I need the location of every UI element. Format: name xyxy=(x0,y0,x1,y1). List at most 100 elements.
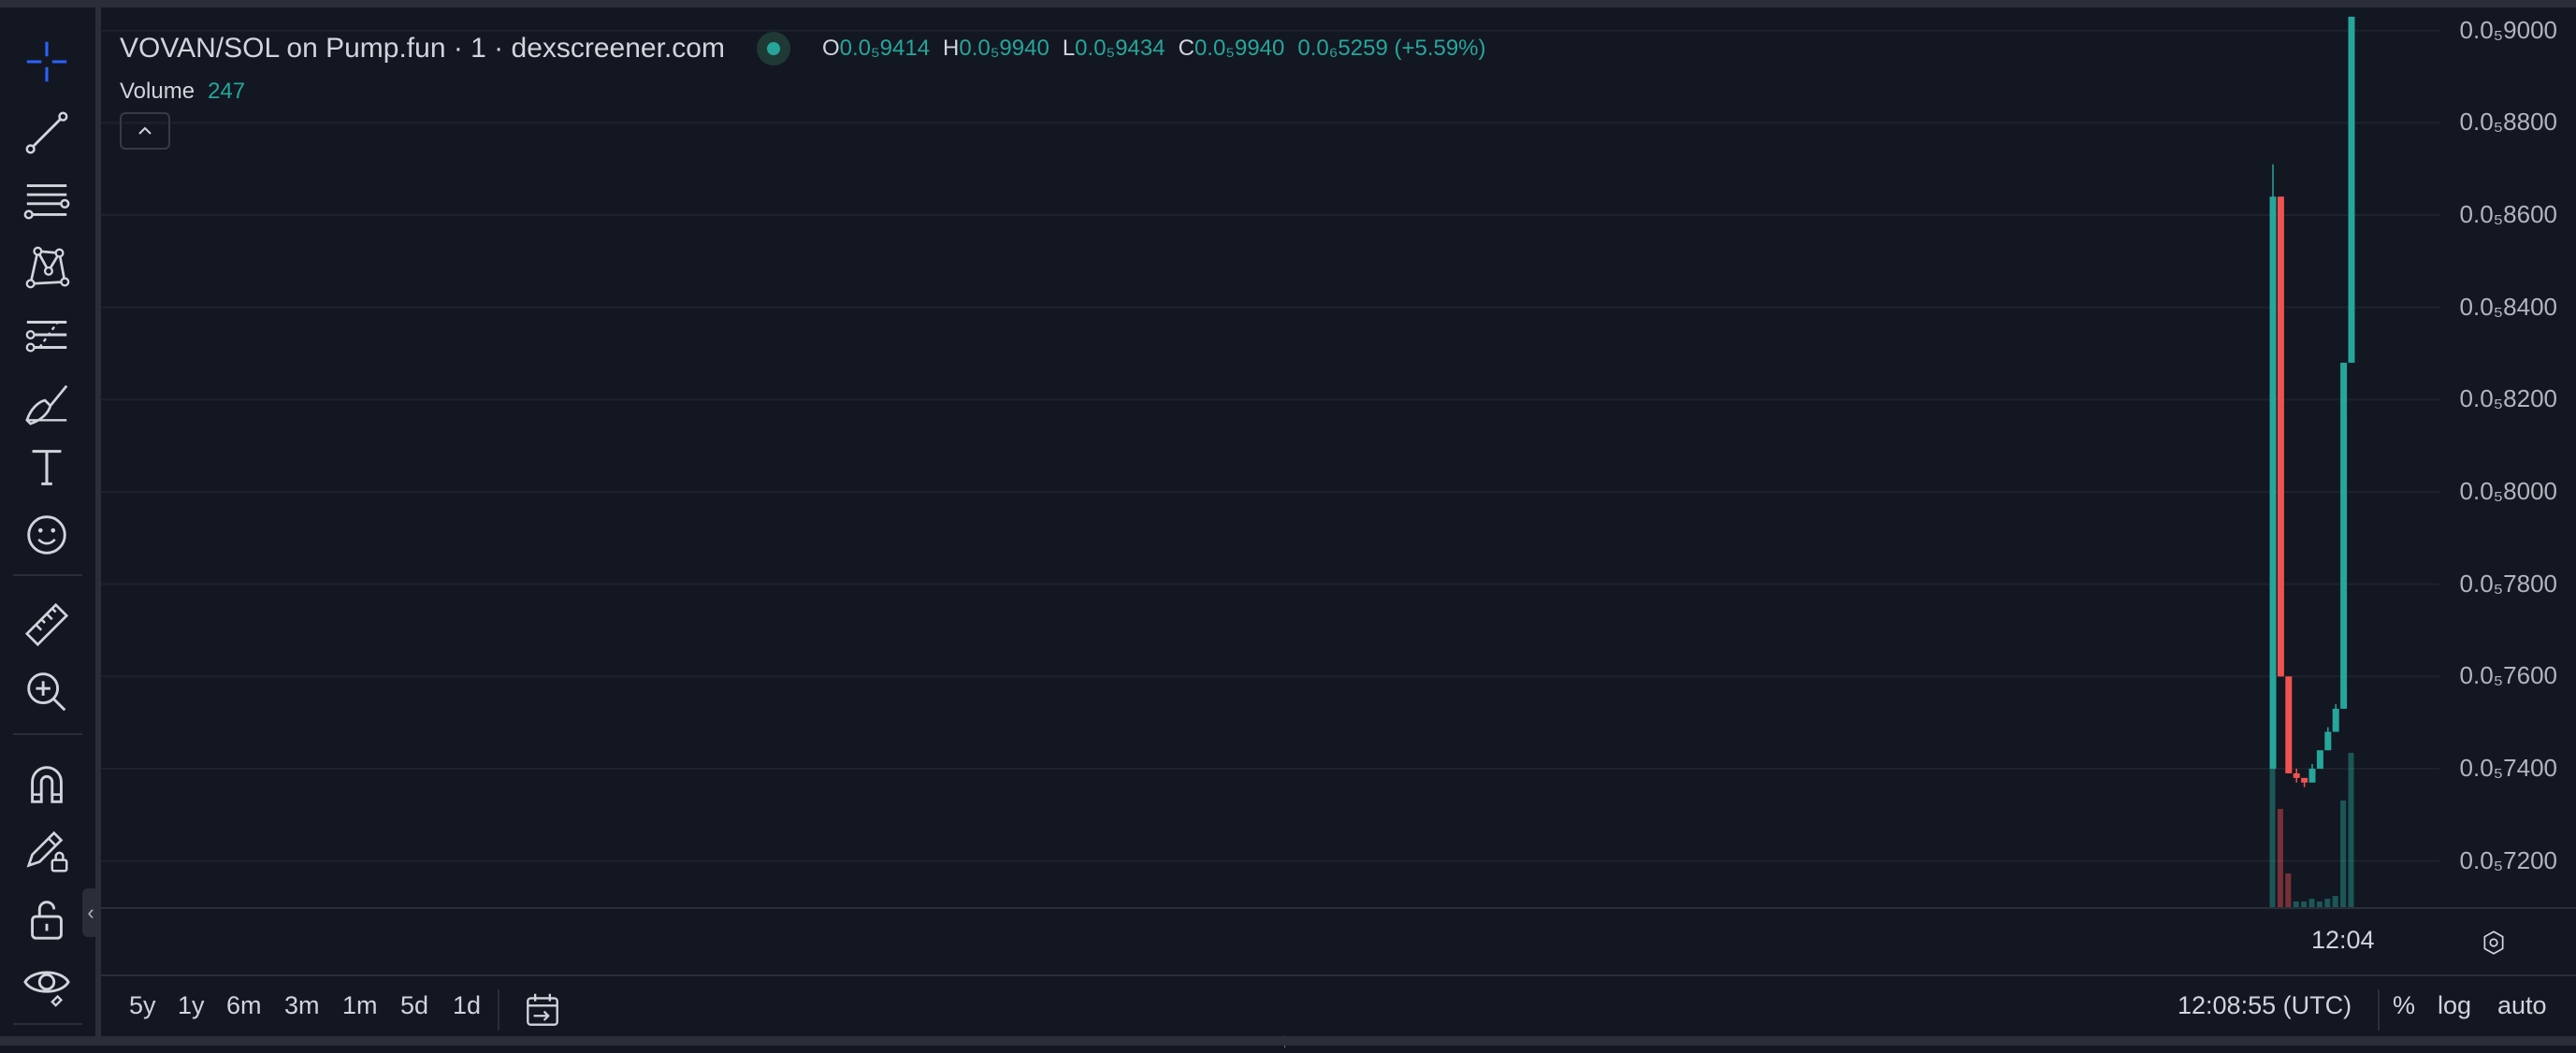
range-1m-button[interactable]: 1m xyxy=(342,991,378,1020)
text-icon xyxy=(32,450,62,485)
volume-bar xyxy=(2348,753,2354,907)
price-tick-label: 0.0₅7200 xyxy=(2459,845,2557,874)
price-tick-label: 0.0₅9000 xyxy=(2459,15,2557,44)
text-tool[interactable] xyxy=(15,440,79,496)
time-scale[interactable]: 12:04 xyxy=(101,907,2576,974)
chart-pane[interactable]: VOVAN/SOL on Pump.fun · 1 · dexscreener.… xyxy=(101,7,2439,907)
crosshair-tool[interactable] xyxy=(15,34,79,90)
fib-retracement-icon xyxy=(23,184,70,220)
bottom-divider xyxy=(2378,989,2380,1031)
candle-body xyxy=(2269,196,2277,769)
prediction-icon xyxy=(25,321,67,353)
ruler-tool[interactable] xyxy=(15,597,79,653)
candle-body xyxy=(2301,777,2308,783)
scale-settings-button[interactable] xyxy=(2477,926,2511,959)
candle-body xyxy=(2316,750,2323,769)
plot-area xyxy=(101,16,2439,907)
brush-tool[interactable] xyxy=(15,374,79,430)
prediction-tool[interactable] xyxy=(15,307,79,363)
toolbar-divider xyxy=(13,574,82,576)
candle-body xyxy=(2293,772,2300,778)
price-scale[interactable]: 0.0₅9000 0.0₅8800 0.0₅8600 0.0₅8400 0.0₅8200… xyxy=(2439,7,2576,907)
eye-icon xyxy=(23,971,70,1007)
low-value: 0.0₅9434 xyxy=(1075,36,1165,61)
bottom-border xyxy=(0,1036,2576,1046)
calendar-goto-icon xyxy=(527,993,558,1026)
lock-tool[interactable] xyxy=(15,890,79,946)
price-tick-label: 0.0₅7600 xyxy=(2459,661,2557,690)
volume-legend: Volume 247 xyxy=(120,73,245,110)
toolbar-collapse-handle[interactable]: ‹ xyxy=(82,888,99,937)
symbol-title[interactable]: VOVAN/SOL on Pump.fun · 1 · dexscreener.… xyxy=(120,33,725,65)
price-tick-label: 0.0₅8800 xyxy=(2459,108,2557,137)
visibility-tool[interactable] xyxy=(15,956,79,1012)
candle-body xyxy=(2324,731,2332,751)
settings-icon xyxy=(2483,930,2504,955)
range-6m-button[interactable]: 6m xyxy=(226,991,262,1020)
clock-timezone[interactable]: 12:08:55 (UTC) xyxy=(2178,991,2352,1020)
fib-retracement-tool[interactable] xyxy=(15,172,79,228)
brush-icon xyxy=(25,384,68,426)
candle-body xyxy=(2340,362,2348,709)
volume-bar xyxy=(2277,809,2283,907)
change-value: 0.0₆5259 (+5.59%) xyxy=(1297,36,1486,61)
range-5d-button[interactable]: 5d xyxy=(400,991,428,1020)
candle-body xyxy=(2348,16,2355,363)
volume-bar xyxy=(2285,873,2292,907)
drawing-toolbar xyxy=(0,7,101,1036)
volume-bar xyxy=(2324,899,2331,907)
range-5y-button[interactable]: 5y xyxy=(129,991,156,1020)
candle-body xyxy=(2308,769,2316,783)
percent-scale-toggle[interactable]: % xyxy=(2393,991,2415,1020)
chevron-up-icon xyxy=(138,126,152,135)
price-tick-label: 0.0₅8400 xyxy=(2459,292,2557,321)
lock-icon xyxy=(31,901,63,940)
volume-label: Volume xyxy=(120,79,195,104)
close-value: 0.0₅9940 xyxy=(1194,36,1285,61)
volume-bar xyxy=(2340,801,2347,907)
low-key: L xyxy=(1062,36,1076,61)
volume-bar xyxy=(2332,896,2338,907)
price-tick-label: 0.0₅8000 xyxy=(2459,477,2557,505)
bottom-toolbar: 5y 1y 6m 3m 1m 5d 1d 12:08:55 (UTC) % lo… xyxy=(101,974,2576,1052)
lock-drawing-icon xyxy=(26,830,68,873)
volume-value: 247 xyxy=(208,79,246,104)
pattern-tool[interactable] xyxy=(15,239,79,296)
toolbar-divider xyxy=(13,733,82,735)
price-tick-label: 0.0₅8600 xyxy=(2459,200,2557,228)
price-tick-label: 0.0₅8200 xyxy=(2459,384,2557,413)
emoji-tool[interactable] xyxy=(15,507,79,563)
market-status-indicator xyxy=(756,32,790,65)
trend-line-tool[interactable] xyxy=(15,105,79,161)
legend-collapse-button[interactable] xyxy=(120,112,170,150)
volume-bar xyxy=(2308,899,2315,907)
zoom-in-icon xyxy=(27,672,66,712)
candle-body xyxy=(2332,708,2339,732)
top-border xyxy=(0,0,2576,7)
auto-scale-toggle[interactable]: auto xyxy=(2497,991,2547,1020)
high-key: H xyxy=(943,36,960,61)
volume-bar xyxy=(2269,753,2276,907)
price-tick-label: 0.0₅7800 xyxy=(2459,569,2557,598)
pattern-icon xyxy=(25,246,70,289)
open-value: 0.0₅9414 xyxy=(839,36,931,61)
close-key: C xyxy=(1178,36,1194,61)
range-1y-button[interactable]: 1y xyxy=(178,991,205,1020)
time-tick-label: 12:04 xyxy=(2311,926,2375,954)
emoji-icon xyxy=(27,515,66,555)
chart-container: VOVAN/SOL on Pump.fun · 1 · dexscreener.… xyxy=(101,7,2576,1052)
go-to-date-button[interactable] xyxy=(522,989,563,1035)
toolbar-divider xyxy=(13,1023,82,1025)
open-key: O xyxy=(821,36,840,61)
magnet-tool[interactable] xyxy=(15,756,79,812)
log-scale-toggle[interactable]: log xyxy=(2438,991,2471,1020)
lock-drawing-tool[interactable] xyxy=(15,823,79,879)
range-3m-button[interactable]: 3m xyxy=(284,991,320,1020)
candle-body xyxy=(2277,196,2284,677)
range-1d-button[interactable]: 1d xyxy=(453,991,481,1020)
ohlc-values: O 0.0₅9414 H 0.0₅9940 L 0.0₅9434 C 0.0₅9940 … xyxy=(822,36,1486,62)
chart-app: ‹ VOVAN/SOL on Pump.fun · 1 · dexscreene… xyxy=(0,0,2576,1052)
high-value: 0.0₅9940 xyxy=(959,36,1049,61)
magnet-icon xyxy=(31,766,63,803)
zoom-in-tool[interactable] xyxy=(15,664,79,720)
